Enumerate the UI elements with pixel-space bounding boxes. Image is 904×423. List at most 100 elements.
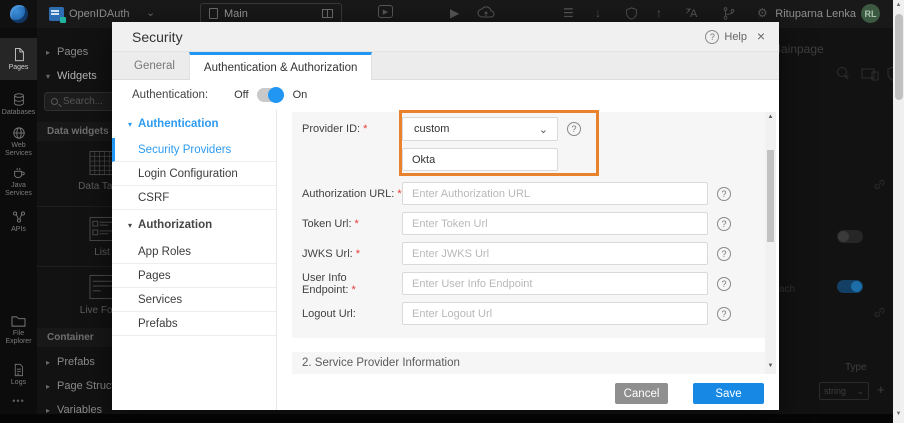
tree-widgets[interactable]: ▾ Widgets xyxy=(37,70,112,82)
rail-item-databases[interactable]: Databases xyxy=(0,84,37,124)
caret-down-icon: ▾ xyxy=(46,72,50,81)
authentication-label: Authentication: xyxy=(132,89,208,101)
jwks-url-help-icon[interactable]: ? xyxy=(717,247,731,261)
rail-item-file-explorer[interactable]: File Explorer xyxy=(0,308,37,352)
authorization-url-help-icon[interactable]: ? xyxy=(717,187,731,201)
explorer-panel: ▸ Pages ▾ Widgets Data widgets Data Tabl… xyxy=(37,28,112,423)
provider-id-select[interactable]: custom ⌄ xyxy=(402,117,558,141)
nav-item-app-roles[interactable]: App Roles xyxy=(112,240,276,264)
scroll-down-icon[interactable]: ▼ xyxy=(893,411,904,417)
chevron-down-icon: ⌄ xyxy=(856,386,864,397)
apis-icon xyxy=(12,210,26,224)
pull-icon[interactable]: ↓ xyxy=(595,5,601,21)
rail-item-pages[interactable]: Pages xyxy=(0,38,37,80)
tree-page-structure[interactable]: ▸ Page Structure xyxy=(37,380,112,392)
logout-url-input[interactable] xyxy=(402,302,708,325)
form-scrollbar[interactable]: ▲ ▼ xyxy=(765,112,776,374)
authorization-url-input[interactable] xyxy=(402,182,708,205)
tree-prefabs[interactable]: ▸ Prefabs xyxy=(37,356,112,368)
logout-url-row: Logout Url: ? xyxy=(292,302,765,325)
page-tab-main[interactable]: Main xyxy=(200,3,342,24)
logout-url-label: Logout Url: xyxy=(292,308,402,320)
nav-item-security-providers[interactable]: Security Providers xyxy=(112,138,276,162)
type-select[interactable]: string ⌄ xyxy=(819,382,869,400)
token-url-help-icon[interactable]: ? xyxy=(717,217,731,231)
logout-url-help-icon[interactable]: ? xyxy=(717,307,731,321)
cancel-button[interactable]: Cancel xyxy=(615,383,668,404)
rail-item-apis[interactable]: APIs xyxy=(0,204,37,240)
page-tab-label: Main xyxy=(224,8,316,20)
tab-general[interactable]: General xyxy=(120,52,189,80)
menu-lines-icon[interactable]: ☰ xyxy=(563,5,574,21)
project-chevron-down-icon[interactable]: ⌄ xyxy=(146,6,155,19)
project-name[interactable]: OpenIDAuth xyxy=(69,8,130,20)
type-column-header: Type xyxy=(845,362,867,373)
widget-tile-list[interactable]: List xyxy=(37,216,112,258)
authentication-toggle[interactable] xyxy=(257,88,283,102)
nav-item-prefabs[interactable]: Prefabs xyxy=(112,312,276,336)
property-toggle-on[interactable] xyxy=(837,280,863,293)
avatar[interactable]: RL xyxy=(861,4,880,23)
page-doc-icon xyxy=(209,8,218,19)
widget-tile-live-form[interactable]: Live Form xyxy=(37,274,112,316)
nav-item-services[interactable]: Services xyxy=(112,288,276,312)
window-scrollbar[interactable]: ▲ ▼ xyxy=(893,0,904,423)
export-icon[interactable]: ↑ xyxy=(656,5,662,21)
token-url-input[interactable] xyxy=(402,212,708,235)
zoom-cancel-icon[interactable] xyxy=(835,66,851,82)
link-icon[interactable] xyxy=(873,178,886,191)
user-info-endpoint-input[interactable] xyxy=(402,272,708,295)
canvas-page-title: Mainpage xyxy=(779,42,824,56)
preview-player-icon[interactable]: ▶ xyxy=(378,5,393,18)
rail-item-logs[interactable]: Logs xyxy=(0,356,37,394)
scroll-down-icon[interactable]: ▼ xyxy=(765,363,776,369)
search-input[interactable] xyxy=(63,96,112,107)
left-icon-rail: Pages Databases Web Services Java Servic… xyxy=(0,28,37,423)
link-icon[interactable] xyxy=(873,306,886,319)
scrollbar-thumb[interactable] xyxy=(895,14,903,100)
list-icon xyxy=(89,216,113,242)
token-url-label: Token Url:* xyxy=(292,218,402,230)
rail-item-web-services[interactable]: Web Services xyxy=(0,120,37,164)
devices-icon[interactable] xyxy=(861,68,879,81)
rail-more-icon[interactable]: ••• xyxy=(0,396,37,406)
scroll-up-icon[interactable]: ▲ xyxy=(765,114,776,120)
run-icon[interactable]: ▶ xyxy=(450,5,459,21)
user-info-endpoint-help-icon[interactable]: ? xyxy=(717,277,731,291)
custom-provider-input[interactable] xyxy=(402,148,558,171)
search-icon xyxy=(51,98,58,105)
save-button[interactable]: Save xyxy=(693,383,764,404)
provider-help-icon[interactable]: ? xyxy=(567,122,581,136)
tree-pages-label: Pages xyxy=(57,46,88,58)
rail-item-java-services[interactable]: Java Services xyxy=(0,160,37,204)
nav-item-login-configuration[interactable]: Login Configuration xyxy=(112,162,276,186)
nav-item-csrf[interactable]: CSRF xyxy=(112,186,276,210)
nav-item-pages[interactable]: Pages xyxy=(112,264,276,288)
authorization-url-label: Authorization URL:* xyxy=(292,188,402,200)
form-scrollbar-thumb[interactable] xyxy=(767,150,774,242)
user-info-endpoint-row: User Info Endpoint:* ? xyxy=(292,272,765,295)
caret-right-icon: ▸ xyxy=(46,48,50,57)
widget-tile-data-table[interactable]: Data Table xyxy=(37,150,112,192)
help-icon: ? xyxy=(705,30,719,44)
user-name[interactable]: Rituparna Lenka xyxy=(775,8,856,20)
widget-search[interactable] xyxy=(44,92,112,111)
app-logo[interactable] xyxy=(0,0,37,28)
property-toggle-off[interactable] xyxy=(837,230,863,243)
tab-authentication-authorization[interactable]: Authentication & Authorization xyxy=(189,52,372,80)
nav-section-authorization[interactable]: ▾ Authorization xyxy=(112,210,276,240)
close-icon[interactable]: × xyxy=(753,28,769,44)
tree-pages[interactable]: ▸ Pages xyxy=(37,46,112,58)
provider-id-label: Provider ID:* xyxy=(292,123,402,135)
nav-section-authentication[interactable]: ▾ Authentication xyxy=(112,110,276,138)
jwks-url-label: JWKS Url:* xyxy=(292,248,402,260)
localization-icon[interactable]: A xyxy=(685,6,702,20)
settings-gear-icon[interactable]: ⚙ xyxy=(757,5,768,21)
add-variable-icon[interactable]: + xyxy=(877,382,885,397)
scroll-up-icon[interactable]: ▲ xyxy=(893,2,904,8)
branch-icon[interactable] xyxy=(722,6,736,21)
security-shield-icon[interactable] xyxy=(625,6,638,21)
help-button[interactable]: ? Help xyxy=(705,22,747,52)
jwks-url-input[interactable] xyxy=(402,242,708,265)
cloud-push-icon[interactable] xyxy=(477,6,495,20)
